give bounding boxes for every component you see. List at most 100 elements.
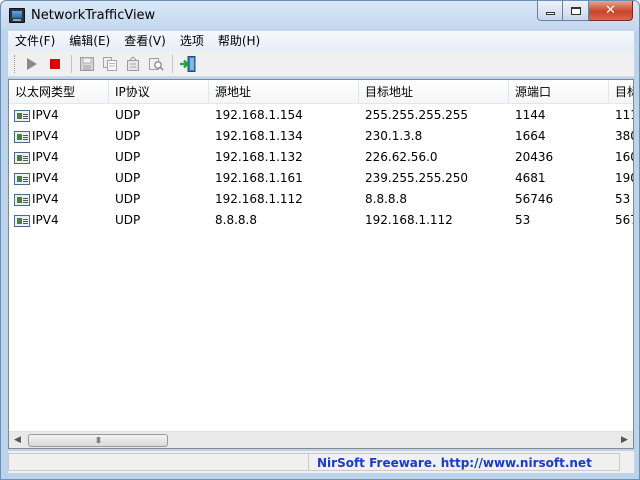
cell-ethernet-type: IPV4 <box>9 147 109 168</box>
window-title: NetworkTrafficView <box>31 8 156 23</box>
table-row[interactable]: IPV4 UDP 192.168.1.154 255.255.255.255 1… <box>9 105 633 126</box>
packet-icon <box>14 130 30 143</box>
resize-grip[interactable] <box>620 453 634 471</box>
menu-help[interactable]: 帮助(H) <box>211 31 267 51</box>
cell-source-port: 53 <box>515 213 531 227</box>
column-header-row: 以太网类型 IP协议 源地址 目标地址 源端口 目标 <box>9 80 633 104</box>
menu-view[interactable]: 查看(V) <box>117 31 173 51</box>
column-header-ethernet-type[interactable]: 以太网类型 <box>9 80 109 104</box>
properties-button[interactable] <box>122 53 144 75</box>
cell-source-address: 8.8.8.8 <box>215 213 257 227</box>
menu-file[interactable]: 文件(F) <box>8 31 62 51</box>
column-header-source-port[interactable]: 源端口 <box>509 80 609 104</box>
cell-source-address: 192.168.1.112 <box>215 192 303 206</box>
close-icon: ✕ <box>605 3 616 18</box>
cell-ip-protocol: UDP <box>115 213 141 227</box>
cell-destination-address: 255.255.255.255 <box>365 108 469 122</box>
arrow-left-icon: ◀ <box>14 435 21 445</box>
table-row[interactable]: IPV4 UDP 192.168.1.161 239.255.255.250 4… <box>9 168 633 189</box>
packet-icon <box>14 193 30 206</box>
menu-edit[interactable]: 编辑(E) <box>62 31 117 51</box>
copy-icon <box>103 56 117 71</box>
cell-destination-port: 3800 <box>615 129 633 143</box>
cell-ethernet-type: IPV4 <box>9 168 109 189</box>
stop-capture-button[interactable] <box>44 53 66 75</box>
save-icon <box>80 56 94 71</box>
packet-icon <box>14 151 30 164</box>
cell-source-port: 20436 <box>515 150 554 164</box>
app-window: NetworkTrafficView ✕ 文件(F) 编辑(E) 查看(V) 选… <box>0 0 640 480</box>
table-row[interactable]: IPV4 UDP 192.168.1.132 226.62.56.0 20436… <box>9 147 633 168</box>
packet-icon <box>14 214 30 227</box>
packet-icon <box>14 109 30 122</box>
scroll-thumb[interactable]: III <box>28 433 168 447</box>
maximize-icon <box>570 6 581 15</box>
cell-destination-address: 226.62.56.0 <box>365 150 438 164</box>
find-button[interactable] <box>145 53 167 75</box>
toolbar-grip[interactable] <box>14 54 17 73</box>
packet-icon <box>14 172 30 185</box>
start-capture-button[interactable] <box>21 53 43 75</box>
stop-icon <box>50 58 60 69</box>
cell-source-address: 192.168.1.134 <box>215 129 303 143</box>
toolbar-separator <box>172 54 173 73</box>
cell-ethernet-type: IPV4 <box>9 189 109 210</box>
horizontal-scrollbar[interactable]: ◀ III ▶ <box>9 431 633 448</box>
find-icon <box>149 57 164 71</box>
table-row[interactable]: IPV4 UDP 192.168.1.134 230.1.3.8 1664 38… <box>9 126 633 147</box>
cell-destination-address: 192.168.1.112 <box>365 213 453 227</box>
title-bar[interactable]: NetworkTrafficView ✕ <box>1 1 639 31</box>
status-panel-left <box>8 453 308 471</box>
scroll-track[interactable]: III <box>26 432 616 449</box>
network-monitor-icon <box>9 8 25 23</box>
cell-source-port: 56746 <box>515 192 554 206</box>
cell-ip-protocol: UDP <box>115 171 141 185</box>
cell-destination-port: 53 <box>615 192 631 206</box>
maximize-button[interactable] <box>563 1 589 21</box>
minimize-button[interactable] <box>537 1 563 21</box>
cell-ip-protocol: UDP <box>115 108 141 122</box>
nirsoft-link[interactable]: NirSoft Freeware. http://www.nirsoft.net <box>308 453 620 471</box>
cell-destination-address: 230.1.3.8 <box>365 129 423 143</box>
toolbar-separator <box>71 54 72 73</box>
cell-source-port: 1664 <box>515 129 546 143</box>
cell-destination-port: 1900 <box>615 171 633 185</box>
cell-text: IPV4 <box>32 213 59 227</box>
arrow-right-icon: ▶ <box>621 435 628 445</box>
close-button[interactable]: ✕ <box>589 1 633 21</box>
cell-ip-protocol: UDP <box>115 129 141 143</box>
cell-ethernet-type: IPV4 <box>9 105 109 126</box>
menu-bar: 文件(F) 编辑(E) 查看(V) 选项 帮助(H) <box>8 31 634 51</box>
table-row[interactable]: IPV4 UDP 8.8.8.8 192.168.1.112 53 5674 <box>9 210 633 231</box>
column-header-destination-address[interactable]: 目标地址 <box>359 80 509 104</box>
traffic-list[interactable]: 以太网类型 IP协议 源地址 目标地址 源端口 目标 IPV4 UDP 192.… <box>8 79 634 449</box>
table-row[interactable]: IPV4 UDP 192.168.1.112 8.8.8.8 56746 53 <box>9 189 633 210</box>
scroll-right-button[interactable]: ▶ <box>616 432 633 449</box>
cell-source-address: 192.168.1.132 <box>215 150 303 164</box>
cell-text: IPV4 <box>32 171 59 185</box>
cell-text: IPV4 <box>32 129 59 143</box>
caption-buttons: ✕ <box>537 1 633 21</box>
save-button[interactable] <box>76 53 98 75</box>
scroll-left-button[interactable]: ◀ <box>9 432 26 449</box>
toolbar <box>8 51 634 77</box>
cell-source-port: 4681 <box>515 171 546 185</box>
cell-text: IPV4 <box>32 108 59 122</box>
cell-text: IPV4 <box>32 192 59 206</box>
play-icon <box>27 57 37 70</box>
cell-ethernet-type: IPV4 <box>9 126 109 147</box>
column-header-destination-port[interactable]: 目标 <box>609 80 633 104</box>
cell-destination-port: 5674 <box>615 213 633 227</box>
properties-icon <box>127 55 139 71</box>
exit-button[interactable] <box>177 53 199 75</box>
column-header-ip-protocol[interactable]: IP协议 <box>109 80 209 104</box>
copy-button[interactable] <box>99 53 121 75</box>
cell-ip-protocol: UDP <box>115 192 141 206</box>
menu-options[interactable]: 选项 <box>173 31 211 51</box>
exit-icon <box>180 55 196 72</box>
cell-ethernet-type: IPV4 <box>9 210 109 231</box>
cell-destination-port: 1112 <box>615 108 633 122</box>
cell-source-port: 1144 <box>515 108 546 122</box>
cell-text: IPV4 <box>32 150 59 164</box>
column-header-source-address[interactable]: 源地址 <box>209 80 359 104</box>
